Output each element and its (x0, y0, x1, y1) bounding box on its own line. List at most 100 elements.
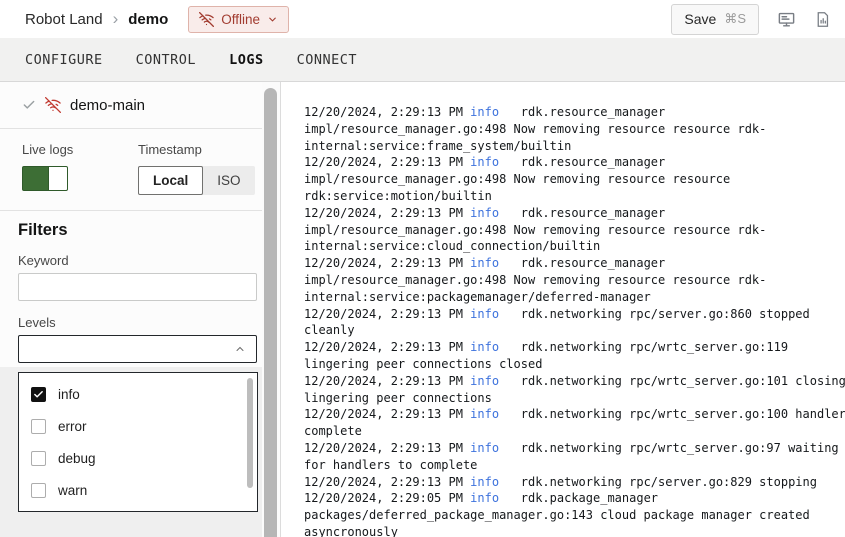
topbar-actions: Save ⌘S (671, 4, 831, 35)
machine-part-row[interactable]: demo-main (0, 82, 262, 129)
log-timestamp: 12/20/2024, 2:29:13 PM (304, 340, 470, 354)
timestamp-label: Timestamp (138, 142, 255, 157)
log-entry: 12/20/2024, 2:29:13 PM info rdk.networki… (304, 306, 845, 340)
log-logger: rdk.networking (499, 340, 629, 354)
log-level: info (470, 206, 499, 220)
level-checkbox[interactable] (31, 451, 46, 466)
chevron-down-icon (267, 14, 278, 25)
log-entry: 12/20/2024, 2:29:13 PM info rdk.resource… (304, 104, 845, 154)
sidebar-scrollbar-track (262, 82, 280, 537)
log-entry: 12/20/2024, 2:29:13 PM info rdk.networki… (304, 474, 845, 491)
save-button[interactable]: Save ⌘S (671, 4, 759, 35)
log-timestamp: 12/20/2024, 2:29:13 PM (304, 206, 470, 220)
log-entry: 12/20/2024, 2:29:13 PM info rdk.resource… (304, 205, 845, 255)
levels-label: Levels (18, 316, 244, 330)
level-option-error[interactable]: error (19, 410, 257, 442)
log-level: info (470, 374, 499, 388)
dropdown-scrollbar[interactable] (247, 378, 253, 488)
breadcrumb-location[interactable]: Robot Land (25, 11, 103, 28)
level-option-info[interactable]: info (19, 378, 257, 410)
log-controls: Live logs Timestamp Local ISO (0, 129, 262, 211)
logs-sidebar: demo-main Live logs Timestamp Local ISO … (0, 82, 262, 537)
log-timestamp: 12/20/2024, 2:29:13 PM (304, 256, 470, 270)
tab-configure[interactable]: CONFIGURE (25, 52, 103, 68)
log-timestamp: 12/20/2024, 2:29:13 PM (304, 155, 470, 169)
log-entry: 12/20/2024, 2:29:13 PM info rdk.networki… (304, 440, 845, 474)
level-label: info (58, 387, 80, 402)
log-message: rpc/server.go:829 stopping (629, 475, 817, 489)
log-logger: rdk.networking (499, 407, 629, 421)
log-message: impl/resource_manager.go:498 Now removin… (304, 223, 766, 254)
breadcrumb-machine: demo (128, 11, 168, 28)
log-timestamp: 12/20/2024, 2:29:13 PM (304, 441, 470, 455)
breadcrumb: Robot Land › demo (25, 10, 168, 29)
offline-status-badge[interactable]: Offline (188, 6, 289, 33)
keyword-label: Keyword (18, 254, 244, 268)
level-option-warn[interactable]: warn (19, 474, 257, 506)
log-timestamp: 12/20/2024, 2:29:13 PM (304, 475, 470, 489)
log-logger: rdk.resource_manager (499, 155, 672, 169)
log-entry: 12/20/2024, 2:29:13 PM info rdk.networki… (304, 339, 845, 373)
log-logger: rdk.networking (499, 475, 629, 489)
log-logger: rdk.resource_manager (499, 105, 672, 119)
live-logs-toggle[interactable] (22, 166, 68, 191)
log-logger: rdk.networking (499, 307, 629, 321)
level-checkbox[interactable] (31, 387, 46, 402)
filters-section: Filters Keyword Levels (0, 211, 262, 367)
part-name: demo-main (70, 97, 145, 114)
save-label: Save (684, 11, 716, 27)
top-bar: Robot Land › demo Offline Save ⌘S (0, 0, 845, 38)
log-level: info (470, 256, 499, 270)
levels-select[interactable] (18, 335, 257, 363)
sidebar-scrollbar-thumb[interactable] (264, 88, 277, 537)
log-logger: rdk.networking (499, 441, 629, 455)
live-logs-label: Live logs (22, 142, 138, 157)
log-timestamp: 12/20/2024, 2:29:05 PM (304, 491, 470, 505)
monitor-icon[interactable] (777, 10, 796, 29)
log-logger: rdk.package_manager (499, 491, 665, 505)
tab-bar: CONFIGURE CONTROL LOGS CONNECT (0, 38, 845, 82)
log-entry: 12/20/2024, 2:29:13 PM info rdk.resource… (304, 154, 845, 204)
tab-control[interactable]: CONTROL (136, 52, 196, 68)
levels-dropdown: info error debug warn (18, 372, 258, 512)
check-icon (22, 98, 36, 112)
report-document-icon[interactable] (814, 10, 831, 29)
log-panel: 12/20/2024, 2:29:13 PM info rdk.resource… (280, 82, 845, 537)
log-logger: rdk.networking (499, 374, 629, 388)
log-entry: 12/20/2024, 2:29:13 PM info rdk.networki… (304, 373, 845, 407)
level-option-debug[interactable]: debug (19, 442, 257, 474)
log-message: impl/resource_manager.go:498 Now removin… (304, 172, 738, 203)
offline-label: Offline (221, 12, 260, 27)
tab-logs[interactable]: LOGS (229, 52, 264, 68)
level-label: debug (58, 451, 96, 466)
filters-title: Filters (18, 220, 244, 240)
log-logger: rdk.resource_manager (499, 256, 672, 270)
keyword-input[interactable] (18, 273, 257, 301)
log-timestamp: 12/20/2024, 2:29:13 PM (304, 307, 470, 321)
level-checkbox[interactable] (31, 419, 46, 434)
timestamp-iso-button[interactable]: ISO (203, 166, 254, 195)
level-label: error (58, 419, 87, 434)
log-level: info (470, 441, 499, 455)
wifi-off-icon (199, 12, 214, 27)
log-message: impl/resource_manager.go:498 Now removin… (304, 122, 766, 153)
log-entry: 12/20/2024, 2:29:13 PM info rdk.networki… (304, 406, 845, 440)
save-shortcut: ⌘S (724, 11, 746, 27)
logs-page: demo-main Live logs Timestamp Local ISO … (0, 82, 845, 537)
log-entry: 12/20/2024, 2:29:13 PM info rdk.resource… (304, 255, 845, 305)
tab-connect[interactable]: CONNECT (297, 52, 357, 68)
log-level: info (470, 155, 499, 169)
toggle-knob (48, 167, 67, 190)
log-logger: rdk.resource_manager (499, 206, 672, 220)
level-checkbox[interactable] (31, 483, 46, 498)
log-level: info (470, 105, 499, 119)
chevron-up-icon (234, 343, 246, 355)
wifi-off-icon (45, 97, 61, 113)
log-level: info (470, 407, 499, 421)
timestamp-local-button[interactable]: Local (138, 166, 203, 195)
log-level: info (470, 340, 499, 354)
log-timestamp: 12/20/2024, 2:29:13 PM (304, 374, 470, 388)
log-message: packages/deferred_package_manager.go:143… (304, 508, 817, 537)
log-timestamp: 12/20/2024, 2:29:13 PM (304, 407, 470, 421)
level-label: warn (58, 483, 87, 498)
